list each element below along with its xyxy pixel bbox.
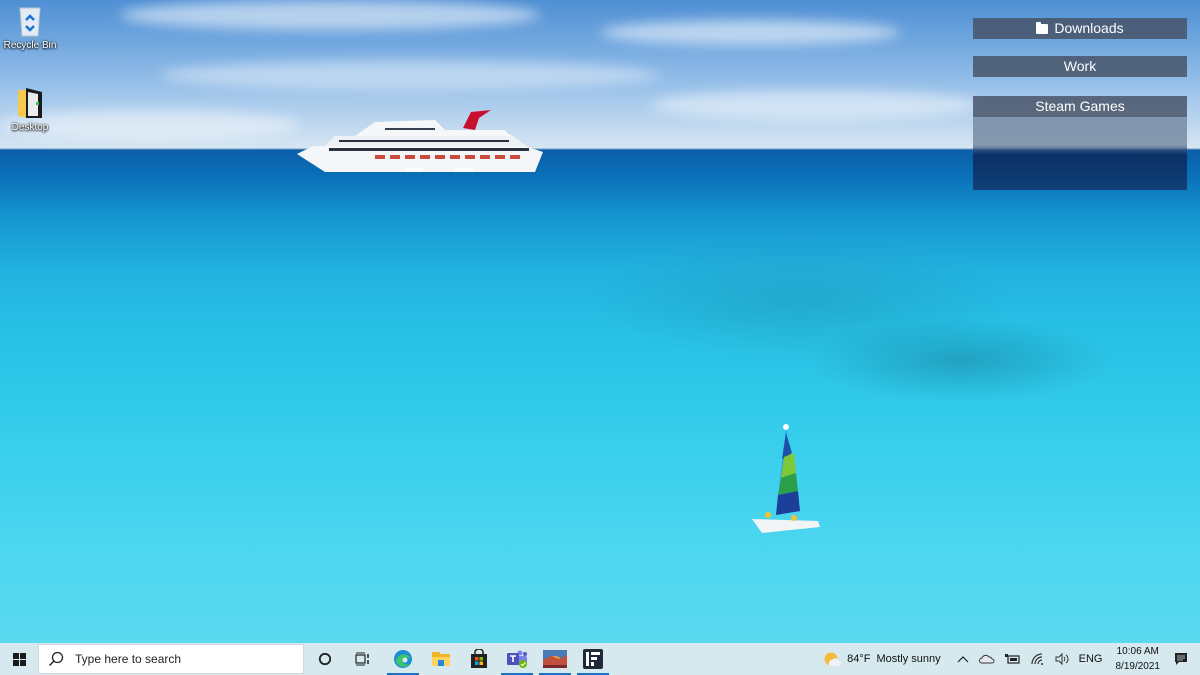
chevron-up-icon	[957, 656, 969, 663]
recycle-bin-icon	[14, 4, 46, 38]
taskbar-app-store[interactable]	[460, 643, 498, 675]
weather-temp: 84°F	[847, 653, 871, 665]
task-view-button[interactable]	[344, 643, 382, 675]
cruise-ship	[297, 110, 543, 172]
search-icon	[39, 651, 73, 667]
fence-title: Steam Games	[1035, 98, 1125, 114]
battery-button[interactable]	[1000, 643, 1026, 675]
weather-condition: Mostly sunny	[876, 653, 941, 665]
taskbar-app-file-explorer[interactable]	[422, 643, 460, 675]
weather-sunny-icon	[824, 652, 842, 666]
fence-title: Work	[1063, 58, 1097, 74]
file-explorer-icon	[432, 652, 450, 666]
clock-time: 10:06 AM	[1116, 646, 1159, 657]
volume-button[interactable]	[1050, 643, 1074, 675]
search-input[interactable]	[73, 651, 297, 667]
show-hidden-icons-button[interactable]	[952, 643, 974, 675]
fence-work[interactable]: Work	[973, 56, 1187, 77]
taskbar-app-fences[interactable]	[574, 643, 612, 675]
network-button[interactable]	[1026, 643, 1050, 675]
taskbar-app-photos[interactable]	[536, 643, 574, 675]
taskbar-app-edge[interactable]	[384, 643, 422, 675]
windows-logo-icon	[12, 652, 26, 666]
fence-steam-games-body[interactable]	[973, 117, 1187, 190]
notifications-icon	[1175, 653, 1187, 665]
teams-icon	[507, 650, 527, 668]
clock[interactable]: 10:06 AM 8/19/2021	[1108, 644, 1169, 674]
volume-icon	[1055, 653, 1069, 665]
fences-icon	[583, 649, 603, 669]
folder-icon	[1036, 22, 1049, 34]
search-box[interactable]	[38, 644, 304, 674]
action-center-button[interactable]	[1168, 643, 1200, 675]
clock-date: 8/19/2021	[1115, 661, 1161, 672]
sailboat	[752, 424, 820, 533]
cloud	[600, 20, 900, 45]
folder-icon	[14, 86, 46, 120]
cloud	[650, 90, 980, 120]
weather-widget[interactable]: 84°F Mostly sunny	[818, 643, 946, 675]
taskbar: 84°F Mostly sunny ENG 10:06 AM 8/19/2021	[0, 643, 1200, 675]
desktop-icon-label: Recycle Bin	[3, 40, 57, 51]
cloud	[160, 60, 660, 90]
fence-downloads[interactable]: Downloads	[973, 18, 1187, 39]
cloud	[120, 0, 540, 30]
onedrive-cloud-icon	[978, 654, 995, 664]
input-language-button[interactable]: ENG	[1074, 643, 1108, 675]
start-button[interactable]	[0, 643, 38, 675]
desktop-icon-label: Desktop	[11, 122, 49, 133]
desktop-icon-desktop[interactable]: Desktop	[0, 86, 60, 133]
store-icon	[471, 649, 487, 668]
edge-icon	[394, 650, 412, 668]
battery-icon	[1004, 654, 1020, 664]
fence-steam-games[interactable]: Steam Games	[973, 96, 1187, 117]
cortana-icon	[318, 652, 332, 666]
wifi-icon	[1031, 653, 1043, 665]
task-view-icon	[355, 652, 369, 666]
fence-title: Downloads	[1054, 20, 1124, 36]
language-label: ENG	[1078, 653, 1103, 665]
onedrive-button[interactable]	[974, 643, 1000, 675]
system-tray: 84°F Mostly sunny ENG 10:06 AM 8/19/2021	[818, 643, 1200, 675]
taskbar-app-teams[interactable]	[498, 643, 536, 675]
photos-icon	[543, 650, 567, 668]
cortana-button[interactable]	[306, 643, 344, 675]
desktop-icon-recycle-bin[interactable]: Recycle Bin	[0, 4, 60, 51]
